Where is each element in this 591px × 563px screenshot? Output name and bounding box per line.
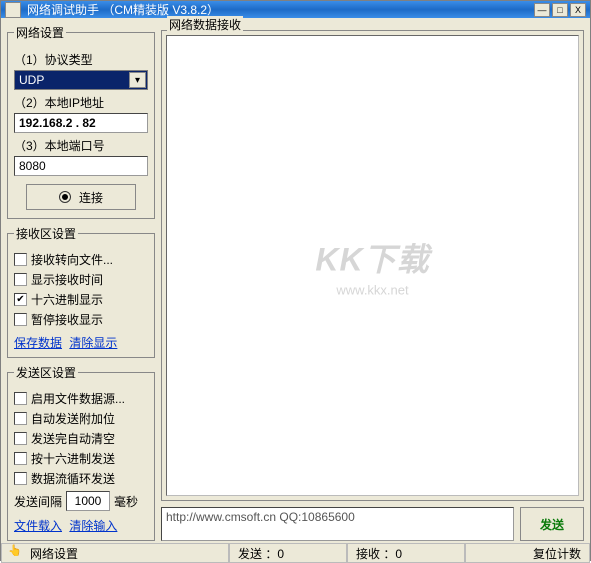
send-settings-legend: 发送区设置 — [14, 364, 78, 381]
receive-data-area[interactable]: KK下载 www.kkx.net — [161, 30, 584, 501]
client-area: 网络设置 （1）协议类型 UDP （2）本地IP地址 （3）本地端口号 连接 接… — [1, 18, 590, 543]
status-left-label: 网络设置 — [30, 545, 78, 562]
app-window: 网络调试助手 （CM精装版 V3.8.2） — □ X 网络设置 （1）协议类型… — [0, 0, 591, 561]
maximize-button[interactable]: □ — [552, 3, 568, 17]
tx-opt-auto-append[interactable]: 自动发送附加位 — [14, 410, 148, 427]
send-interval-row: 发送间隔 毫秒 — [14, 491, 148, 511]
interval-prefix: 发送间隔 — [14, 493, 62, 510]
receive-settings-group: 接收区设置 接收转向文件... 显示接收时间 ✔ 十六进制显示 暂停接收显示 — [7, 225, 155, 358]
rx-opt-redirect-file[interactable]: 接收转向文件... — [14, 251, 148, 268]
local-ip-input[interactable] — [14, 113, 148, 133]
local-port-input[interactable] — [14, 156, 148, 176]
status-tx: 发送 ：0 — [229, 544, 347, 563]
rx-opt-pause-display[interactable]: 暂停接收显示 — [14, 311, 148, 328]
checkbox-icon[interactable] — [14, 412, 27, 425]
status-rx: 接收 ：0 — [347, 544, 465, 563]
receive-panel-legend: 网络数据接收 — [167, 16, 243, 33]
protocol-value: UDP — [19, 73, 44, 87]
chevron-down-icon[interactable] — [129, 72, 146, 88]
protocol-select[interactable]: UDP — [14, 70, 148, 90]
watermark-sub: www.kkx.net — [315, 282, 429, 297]
watermark-main: KK下载 — [315, 234, 429, 280]
interval-suffix: 毫秒 — [114, 493, 138, 510]
tx-opt-auto-clear[interactable]: 发送完自动清空 — [14, 430, 148, 447]
checkbox-icon[interactable] — [14, 313, 27, 326]
status-reset[interactable]: 复位计数 — [465, 544, 590, 563]
statusbar: 网络设置 发送 ：0 接收 ：0 复位计数 — [1, 543, 590, 563]
checkbox-icon[interactable] — [14, 392, 27, 405]
connect-button-label: 连接 — [79, 189, 103, 206]
right-column: 网络数据接收 KK下载 www.kkx.net http://www.cmsof… — [161, 24, 584, 541]
local-port-label: （3）本地端口号 — [14, 137, 148, 154]
receive-settings-legend: 接收区设置 — [14, 225, 78, 242]
clear-input-link[interactable]: 清除输入 — [69, 519, 117, 533]
connect-button[interactable]: 连接 — [26, 184, 136, 210]
clear-display-link[interactable]: 清除显示 — [69, 336, 117, 350]
minimize-button[interactable]: — — [534, 3, 550, 17]
watermark: KK下载 www.kkx.net — [315, 234, 429, 297]
tx-opt-hex-send[interactable]: 按十六进制发送 — [14, 450, 148, 467]
rx-opt-show-time[interactable]: 显示接收时间 — [14, 271, 148, 288]
receive-text-area[interactable]: KK下载 www.kkx.net — [166, 35, 579, 496]
send-input[interactable]: http://www.cmsoft.cn QQ:10865600 — [161, 507, 514, 541]
network-settings-legend: 网络设置 — [14, 24, 66, 41]
tx-opt-file-source[interactable]: 启用文件数据源... — [14, 390, 148, 407]
local-ip-label: （2）本地IP地址 — [14, 94, 148, 111]
network-settings-group: 网络设置 （1）协议类型 UDP （2）本地IP地址 （3）本地端口号 连接 — [7, 24, 155, 219]
reset-counter-link[interactable]: 复位计数 — [533, 545, 581, 562]
interval-input[interactable] — [66, 491, 110, 511]
checkbox-checked-icon[interactable]: ✔ — [14, 293, 27, 306]
checkbox-icon[interactable] — [14, 253, 27, 266]
checkbox-icon[interactable] — [14, 273, 27, 286]
status-left[interactable]: 网络设置 — [1, 544, 229, 563]
send-settings-group: 发送区设置 启用文件数据源... 自动发送附加位 发送完自动清空 按十六进制发送 — [7, 364, 155, 541]
left-column: 网络设置 （1）协议类型 UDP （2）本地IP地址 （3）本地端口号 连接 接… — [7, 24, 155, 541]
connect-indicator-icon — [59, 191, 71, 203]
save-data-link[interactable]: 保存数据 — [14, 336, 62, 350]
load-file-link[interactable]: 文件载入 — [14, 519, 62, 533]
titlebar[interactable]: 网络调试助手 （CM精装版 V3.8.2） — □ X — [1, 1, 590, 18]
checkbox-icon[interactable] — [14, 452, 27, 465]
pointer-icon — [10, 547, 24, 559]
send-row: http://www.cmsoft.cn QQ:10865600 发送 — [161, 507, 584, 541]
rx-opt-hex-display[interactable]: ✔ 十六进制显示 — [14, 291, 148, 308]
protocol-label: （1）协议类型 — [14, 51, 148, 68]
window-title: 网络调试助手 （CM精装版 V3.8.2） — [27, 1, 532, 18]
checkbox-icon[interactable] — [14, 472, 27, 485]
checkbox-icon[interactable] — [14, 432, 27, 445]
app-icon — [5, 2, 21, 18]
close-button[interactable]: X — [570, 3, 586, 17]
send-button[interactable]: 发送 — [520, 507, 584, 541]
tx-opt-loop-send[interactable]: 数据流循环发送 — [14, 470, 148, 487]
